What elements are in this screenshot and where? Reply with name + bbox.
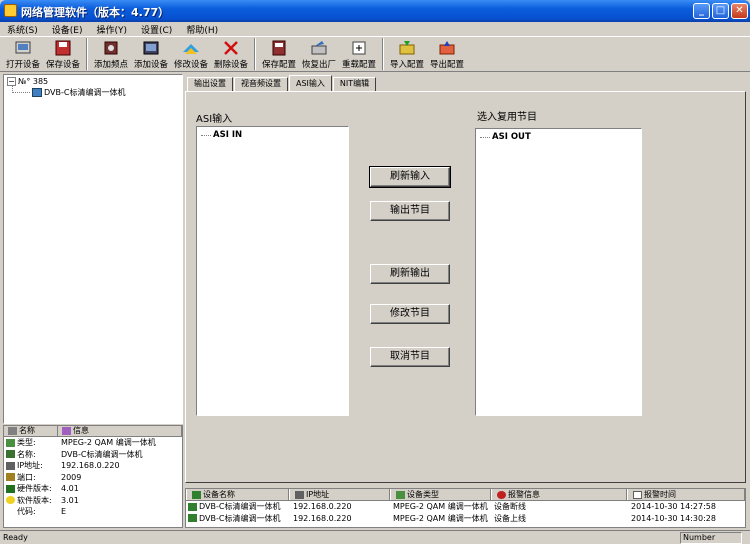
modify-device-button[interactable]: 修改设备 <box>171 37 211 71</box>
save-config-button[interactable]: 保存配置 <box>259 37 299 71</box>
toolbar-separator <box>382 38 384 70</box>
asi-output-tree[interactable]: ASI OUT <box>475 128 642 416</box>
info-header: 名称 信息 <box>4 426 182 437</box>
type-icon <box>6 438 15 447</box>
alarm-row[interactable]: DVB-C标清编调一体机 192.168.0.220 MPEG-2 QAM 编调… <box>186 513 745 525</box>
hardware-icon <box>6 484 15 493</box>
save-device-button[interactable]: 保存设备 <box>43 37 83 71</box>
device-info-grid: 名称 信息 类型: MPEG-2 QAM 编调一体机 名称: DVB-C标清编调一体… <box>3 425 183 528</box>
save-device-icon <box>53 39 73 57</box>
tab-asi-input[interactable]: ASI输入 <box>289 75 332 91</box>
status-bar: Ready Number <box>0 530 750 544</box>
toolbar-separator <box>254 38 256 70</box>
import-config-button[interactable]: 导入配置 <box>387 37 427 71</box>
info-header-name[interactable]: 名称 <box>4 426 58 436</box>
toolbar-separator <box>86 38 88 70</box>
name-icon <box>6 450 15 459</box>
software-icon <box>6 496 15 505</box>
port-icon <box>6 473 15 482</box>
refresh-input-button[interactable]: 刷新输入 <box>369 166 451 188</box>
info-column-icon <box>62 427 71 435</box>
save-config-icon <box>269 39 289 57</box>
time-column-icon <box>633 490 642 499</box>
import-config-icon <box>397 39 417 57</box>
menu-settings[interactable]: 设置(C) <box>134 23 179 36</box>
modify-program-button[interactable]: 修改节目 <box>370 304 450 324</box>
window-title: 网络管理软件（版本：4.77） <box>21 6 170 19</box>
col-ip[interactable]: IP地址 <box>289 489 390 500</box>
mux-program-label: 选入复用节目 <box>477 112 537 123</box>
info-row: 代码: E <box>17 507 67 517</box>
col-alarm-info[interactable]: 报警信息 <box>491 489 627 500</box>
add-channel-button[interactable]: 添加频点 <box>91 37 131 71</box>
ip-column-icon <box>295 490 304 499</box>
col-alarm-time[interactable]: 报警时间 <box>627 489 745 500</box>
cancel-program-button[interactable]: 取消节目 <box>370 347 450 367</box>
tree-device-node[interactable]: DVB-C标清编调一体机 <box>32 87 125 98</box>
device-row-icon <box>188 514 197 523</box>
ip-icon <box>6 461 15 470</box>
status-text: Ready <box>3 533 28 542</box>
name-column-icon <box>8 427 17 435</box>
info-header-info[interactable]: 信息 <box>58 426 182 436</box>
status-number: Number <box>680 531 742 544</box>
menu-operate[interactable]: 操作(Y) <box>89 23 134 36</box>
info-row: IP地址: 192.168.0.220 <box>4 460 182 472</box>
delete-icon <box>221 39 241 57</box>
info-row: 软件版本: 3.01 <box>4 495 182 507</box>
col-device-type[interactable]: 设备类型 <box>390 489 491 500</box>
add-device-button[interactable]: 添加设备 <box>131 37 171 71</box>
tree-connector <box>12 92 30 93</box>
info-row: 类型: MPEG-2 QAM 编调一体机 <box>4 437 182 449</box>
tree-root-node[interactable]: − №° 385 <box>7 77 48 86</box>
export-config-button[interactable]: 导出配置 <box>427 37 467 71</box>
alarm-column-icon <box>497 490 506 499</box>
alarm-header: 设备名称 IP地址 设备类型 报警信息 报警时间 <box>186 489 745 501</box>
restore-factory-icon <box>309 39 329 57</box>
device-tree[interactable]: − №° 385 DVB-C标清编调一体机 <box>3 74 183 424</box>
open-device-button[interactable]: 打开设备 <box>3 37 43 71</box>
type-column-icon <box>396 490 405 499</box>
menu-device[interactable]: 设备(E) <box>45 23 90 36</box>
asi-input-tree[interactable]: ASI IN <box>196 126 349 416</box>
modify-device-icon <box>181 39 201 57</box>
tab-output-settings[interactable]: 输出设置 <box>187 77 233 91</box>
add-device-icon <box>141 39 161 57</box>
network-device-icon <box>32 88 42 97</box>
export-config-icon <box>437 39 457 57</box>
reload-config-icon <box>349 39 369 57</box>
info-row: 硬件版本: 4.01 <box>4 483 182 495</box>
tab-av-settings[interactable]: 视音频设置 <box>234 77 288 91</box>
device-row-icon <box>188 502 197 511</box>
restore-factory-button[interactable]: 恢复出厂 <box>299 37 339 71</box>
menu-help[interactable]: 帮助(H) <box>179 23 225 36</box>
maximize-button[interactable]: □ <box>712 3 729 19</box>
reload-config-button[interactable]: 重载配置 <box>339 37 379 71</box>
alarm-event-list[interactable]: 设备名称 IP地址 设备类型 报警信息 报警时间 DVB-C标清编调一体机 19… <box>185 488 746 528</box>
output-program-button[interactable]: 输出节目 <box>370 201 450 221</box>
add-channel-icon <box>101 39 121 57</box>
title-bar: 网络管理软件（版本：4.77） _ □ ✕ <box>0 0 750 22</box>
collapse-icon[interactable]: − <box>7 77 16 86</box>
delete-device-button[interactable]: 删除设备 <box>211 37 251 71</box>
refresh-output-button[interactable]: 刷新输出 <box>370 264 450 284</box>
info-row: 名称: DVB-C标清编调一体机 <box>4 449 182 461</box>
tab-strip: 输出设置 视音频设置 ASI输入 NIT编辑 <box>187 75 377 91</box>
alarm-row[interactable]: DVB-C标清编调一体机 192.168.0.220 MPEG-2 QAM 编调… <box>186 501 745 513</box>
close-button[interactable]: ✕ <box>731 3 748 19</box>
device-column-icon <box>192 490 201 499</box>
asi-out-node[interactable]: ASI OUT <box>480 132 531 142</box>
app-icon <box>4 4 17 17</box>
open-device-icon <box>13 39 33 57</box>
toolbar: 打开设备 保存设备 添加频点 添加设备 修改设备 删除设备 保存配置 恢复出厂 … <box>0 36 750 72</box>
menu-system[interactable]: 系统(S) <box>0 23 45 36</box>
col-device-name[interactable]: 设备名称 <box>186 489 289 500</box>
menu-bar: 系统(S) 设备(E) 操作(Y) 设置(C) 帮助(H) <box>0 22 750 36</box>
info-row: 端口: 2009 <box>4 472 182 484</box>
tab-nit-edit[interactable]: NIT编辑 <box>332 77 377 91</box>
asi-in-node[interactable]: ASI IN <box>201 130 242 140</box>
minimize-button[interactable]: _ <box>693 3 710 19</box>
asi-input-label: ASI输入 <box>196 114 233 125</box>
